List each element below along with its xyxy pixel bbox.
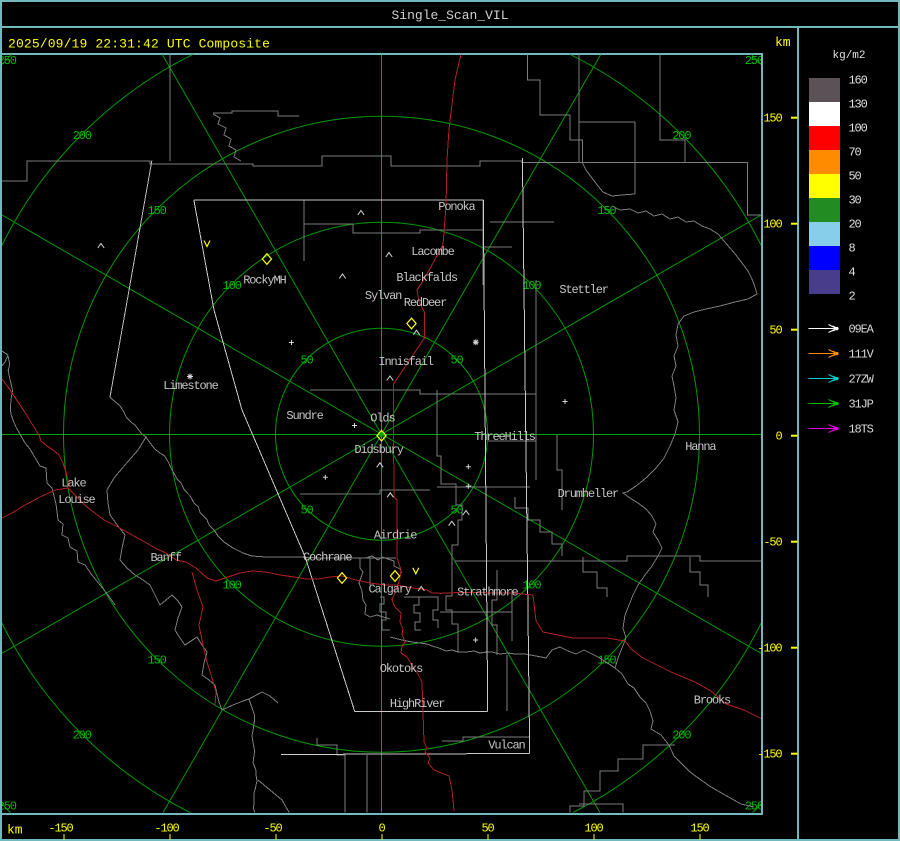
svg-text:Blackfalds: Blackfalds (396, 271, 457, 285)
svg-text:Limestone: Limestone (163, 379, 218, 393)
svg-text:Banff: Banff (151, 551, 182, 565)
svg-text:-150: -150 (48, 822, 73, 836)
svg-text:Louise: Louise (58, 493, 95, 507)
svg-text:250: 250 (0, 54, 17, 68)
svg-text:100: 100 (223, 579, 242, 593)
svg-text:50: 50 (450, 354, 463, 368)
svg-text:2: 2 (849, 290, 856, 304)
svg-text:09EA: 09EA (849, 323, 875, 337)
svg-text:150: 150 (763, 112, 782, 126)
svg-text:150: 150 (597, 654, 616, 668)
svg-text:30: 30 (849, 194, 862, 208)
svg-text:70: 70 (849, 146, 862, 160)
svg-text:Innisfail: Innisfail (378, 355, 433, 369)
svg-text:50: 50 (769, 324, 782, 338)
svg-text:Sylvan: Sylvan (365, 289, 402, 303)
svg-text:0: 0 (775, 430, 782, 444)
svg-text:0: 0 (378, 822, 385, 836)
svg-text:RockyMH: RockyMH (243, 274, 286, 288)
svg-text:100: 100 (522, 279, 541, 293)
svg-text:20: 20 (849, 218, 862, 232)
svg-text:150: 150 (690, 822, 709, 836)
svg-text:-150: -150 (757, 748, 782, 762)
svg-text:Hanna: Hanna (685, 440, 716, 454)
svg-text:150: 150 (597, 204, 616, 218)
svg-text:Drumheller: Drumheller (558, 487, 619, 501)
svg-text:2025/09/19 22:31:42 UTC Compos: 2025/09/19 22:31:42 UTC Composite (8, 37, 270, 52)
svg-text:Olds: Olds (370, 412, 395, 426)
svg-text:50: 50 (300, 354, 313, 368)
svg-text:km: km (7, 823, 23, 838)
svg-text:Brooks: Brooks (694, 694, 731, 708)
svg-text:130: 130 (849, 98, 868, 112)
svg-text:ThreeHills: ThreeHills (474, 430, 535, 444)
svg-text:Okotoks: Okotoks (380, 662, 423, 676)
svg-text:50: 50 (481, 822, 494, 836)
svg-text:-50: -50 (763, 536, 782, 550)
svg-text:4: 4 (849, 266, 856, 280)
svg-text:HighRiver: HighRiver (390, 697, 445, 711)
svg-text:200: 200 (73, 729, 92, 743)
svg-text:Strathmore: Strathmore (457, 586, 518, 600)
svg-text:200: 200 (672, 729, 691, 743)
svg-text:100: 100 (849, 122, 868, 136)
svg-text:200: 200 (672, 129, 691, 143)
svg-text:Sundre: Sundre (286, 409, 323, 423)
svg-text:-100: -100 (154, 822, 179, 836)
svg-text:Ponoka: Ponoka (438, 200, 475, 214)
svg-text:Single_Scan_VIL: Single_Scan_VIL (391, 8, 508, 23)
svg-text:Calgary: Calgary (369, 583, 412, 597)
svg-text:Lake: Lake (61, 477, 86, 491)
svg-text:150: 150 (148, 204, 167, 218)
svg-text:100: 100 (763, 218, 782, 232)
svg-text:-100: -100 (757, 642, 782, 656)
svg-text:100: 100 (223, 279, 242, 293)
svg-text:100: 100 (522, 579, 541, 593)
svg-text:160: 160 (849, 74, 868, 88)
svg-text:Vulcan: Vulcan (488, 739, 525, 753)
svg-text:27ZW: 27ZW (849, 373, 875, 387)
svg-text:8: 8 (849, 242, 856, 256)
svg-text:Cochrane: Cochrane (303, 551, 352, 565)
svg-text:111V: 111V (849, 348, 875, 362)
svg-text:Stettler: Stettler (559, 283, 608, 297)
svg-text:250: 250 (745, 800, 764, 814)
svg-text:kg/m2: kg/m2 (833, 50, 866, 62)
svg-text:200: 200 (73, 129, 92, 143)
svg-text:Didsbury: Didsbury (354, 443, 403, 457)
svg-text:RedDeer: RedDeer (404, 296, 447, 310)
svg-text:250: 250 (0, 800, 17, 814)
svg-text:50: 50 (849, 170, 862, 184)
svg-text:50: 50 (300, 504, 313, 518)
svg-text:31JP: 31JP (849, 398, 874, 412)
svg-text:100: 100 (584, 822, 603, 836)
svg-text:250: 250 (745, 54, 764, 68)
svg-text:Lacombe: Lacombe (411, 245, 454, 259)
svg-text:150: 150 (148, 654, 167, 668)
svg-text:18TS: 18TS (849, 423, 874, 437)
svg-text:Airdrie: Airdrie (374, 529, 417, 543)
svg-text:-50: -50 (263, 822, 282, 836)
svg-text:km: km (775, 35, 791, 50)
